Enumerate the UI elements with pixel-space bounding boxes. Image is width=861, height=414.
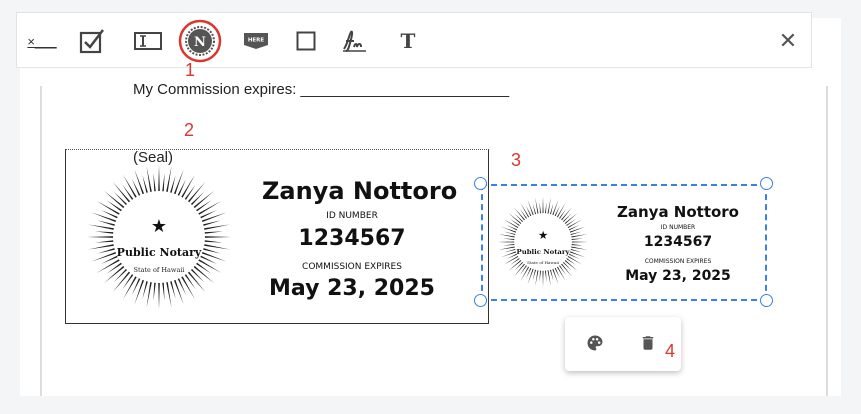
notary-name-small: Zanya Nottoro	[616, 203, 739, 221]
trash-icon	[642, 336, 654, 350]
commission-expires-label-small: COMMISSION EXPIRES	[644, 258, 712, 265]
notary-stamp-large[interactable]: ★ Public Notary State of Hawaii Zanya No…	[65, 149, 489, 324]
annotation-2: 2	[184, 120, 195, 140]
here-tag-icon: HERE	[244, 33, 268, 49]
notary-stamp-selected[interactable]: ★ Public Notary State of Hawaii Zanya No…	[481, 184, 767, 301]
text-input-icon	[134, 32, 162, 50]
seal-center-text: Public Notary	[117, 246, 202, 259]
notary-name: Zanya Nottoro	[262, 177, 458, 205]
text-tool-icon: T	[400, 29, 416, 53]
delete-button[interactable]	[639, 333, 661, 355]
notary-seal-icon: N	[178, 19, 222, 63]
notary-seal-graphic-small: ★ Public Notary State of Hawaii	[497, 196, 589, 288]
seal-sub-text-small: State of Hawaii	[527, 260, 560, 265]
notary-seal-tool-button[interactable]: N	[177, 13, 223, 69]
commission-expires-date: May 23, 2025	[269, 276, 435, 301]
here-tag-tool-button[interactable]: HERE	[239, 13, 273, 69]
id-number-value: 1234567	[298, 226, 406, 251]
close-button[interactable]: ✕	[771, 13, 805, 69]
resize-handle-top-right[interactable]	[760, 177, 773, 190]
commission-expires-text: My Commission expires: _________________…	[133, 81, 510, 98]
commission-expires-date-small: May 23, 2025	[625, 268, 731, 284]
annotation-3: 3	[511, 150, 522, 170]
seal-sub-text: State of Hawaii	[134, 266, 185, 274]
checkbox-icon	[79, 29, 104, 54]
toolbar: ×___ N HERE T ✕	[16, 12, 812, 68]
seal-label: (Seal)	[133, 149, 174, 166]
id-number-label-small: ID NUMBER	[660, 224, 696, 231]
commission-expires-label: COMMISSION EXPIRES	[302, 262, 402, 272]
signature-icon	[343, 30, 366, 52]
seal-star: ★	[151, 216, 167, 237]
seal-center-text-small: Public Notary	[517, 248, 571, 256]
text-input-tool-button[interactable]	[131, 13, 165, 69]
checkbox-tool-button[interactable]	[75, 13, 109, 69]
text-tool-button[interactable]: T	[391, 13, 425, 69]
stamp-action-popup: 4	[565, 317, 681, 371]
notary-seal-glyph: N	[194, 35, 206, 50]
close-icon: ✕	[778, 28, 798, 53]
square-icon	[296, 31, 316, 51]
color-button[interactable]	[585, 333, 609, 355]
id-number-value-small: 1234567	[643, 234, 713, 250]
resize-handle-top-left[interactable]	[474, 177, 487, 190]
here-tag-glyph: HERE	[248, 38, 265, 44]
resize-handle-bottom-right[interactable]	[760, 294, 773, 307]
id-number-label: ID NUMBER	[326, 211, 378, 221]
square-tool-button[interactable]	[289, 13, 323, 69]
signature-tool-button[interactable]	[337, 13, 371, 69]
notary-seal-graphic: ★ Public Notary State of Hawaii	[87, 165, 231, 309]
annotation-4: 4	[665, 341, 676, 361]
annotation-1: 1	[185, 60, 196, 80]
resize-handle-bottom-left[interactable]	[474, 294, 487, 307]
text-field-icon: ×___	[27, 33, 57, 49]
seal-star-small: ★	[538, 229, 548, 242]
text-field-tool-button[interactable]: ×___	[25, 13, 59, 69]
palette-icon	[587, 335, 603, 351]
